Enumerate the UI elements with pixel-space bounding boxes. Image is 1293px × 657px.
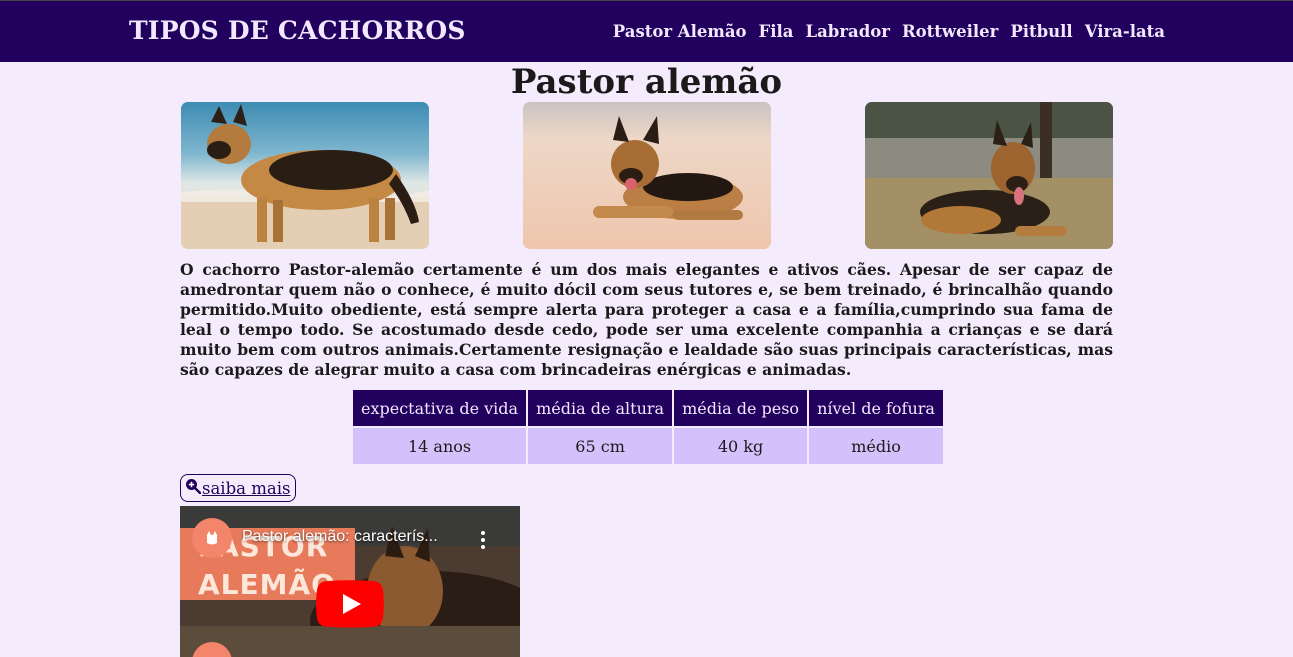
main-nav: Pastor Alemão Fila Labrador Rottweiler P… xyxy=(613,22,1165,41)
channel-avatar-icon[interactable] xyxy=(192,518,232,558)
cell-media-de-peso: 40 kg xyxy=(672,426,810,466)
table-header-row: expectativa de vida média de altura médi… xyxy=(350,388,945,428)
video-title[interactable]: Pastor alemão: caracterís... xyxy=(242,528,438,546)
cell-media-de-altura: 65 cm xyxy=(526,426,675,466)
site-brand[interactable]: TIPOS DE CACHORROS xyxy=(129,16,466,45)
header-media-de-peso: média de peso xyxy=(672,388,810,428)
youtube-play-icon[interactable] xyxy=(316,580,384,632)
table-row: 14 anos 65 cm 40 kg médio xyxy=(350,426,945,466)
page-title: Pastor alemão xyxy=(510,62,783,102)
youtube-video-embed[interactable]: PASTOR ALEMÃO Pastor alemão: caracterís.… xyxy=(180,506,520,657)
dog-photo-lying-grass xyxy=(865,102,1113,249)
dog-photo-standing-beach xyxy=(181,102,429,249)
breed-stats-table: expectativa de vida média de altura médi… xyxy=(350,388,945,466)
cell-expectativa-de-vida: 14 anos xyxy=(350,426,529,466)
saiba-mais-label: saiba mais xyxy=(202,478,291,498)
more-options-icon[interactable] xyxy=(480,530,486,550)
nav-link-pitbull[interactable]: Pitbull xyxy=(1010,22,1072,41)
nav-link-rottweiler[interactable]: Rottweiler xyxy=(902,22,998,41)
cell-nivel-de-fofura: médio xyxy=(807,426,945,466)
breed-description: O cachorro Pastor-alemão certamente é um… xyxy=(180,260,1113,379)
header-nivel-de-fofura: nível de fofura xyxy=(807,388,945,428)
saiba-mais-button[interactable]: saiba mais xyxy=(180,474,297,502)
nav-link-fila[interactable]: Fila xyxy=(759,22,794,41)
nav-link-vira-lata[interactable]: Vira-lata xyxy=(1085,22,1165,41)
dog-photo-lying-sand xyxy=(523,102,771,249)
zoom-in-icon xyxy=(185,478,202,498)
top-navbar: TIPOS DE CACHORROS Pastor Alemão Fila La… xyxy=(0,0,1293,62)
nav-link-labrador[interactable]: Labrador xyxy=(805,22,889,41)
header-media-de-altura: média de altura xyxy=(526,388,675,428)
header-expectativa-de-vida: expectativa de vida xyxy=(350,388,529,428)
nav-link-pastor-alemao[interactable]: Pastor Alemão xyxy=(613,22,747,41)
